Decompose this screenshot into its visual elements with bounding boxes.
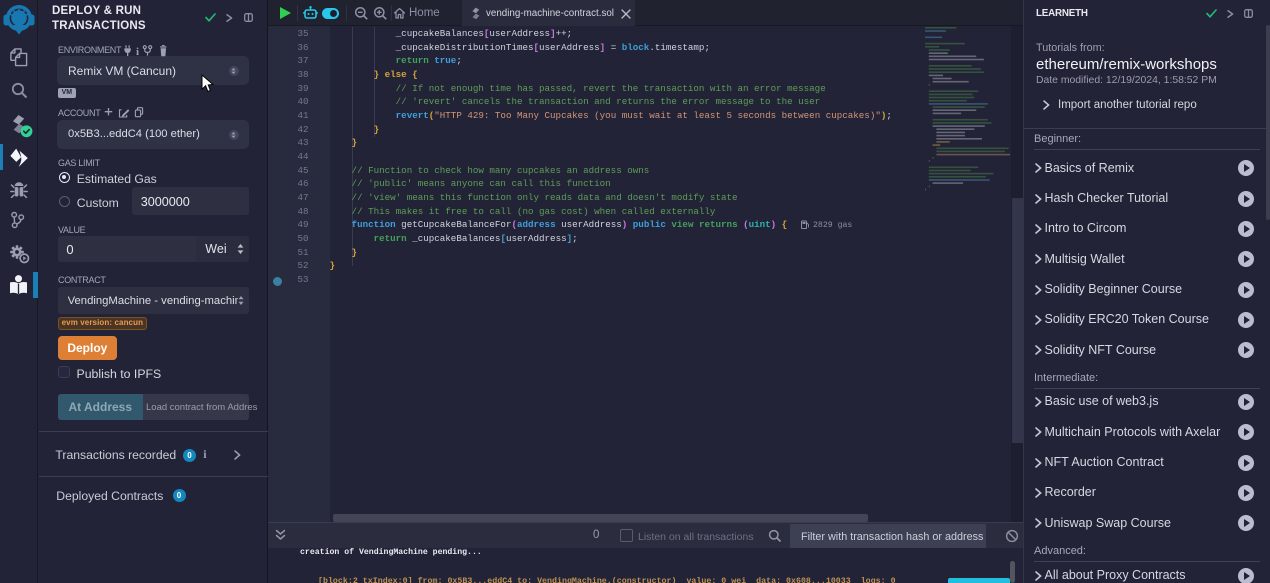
svg-text:i: i bbox=[136, 46, 139, 57]
